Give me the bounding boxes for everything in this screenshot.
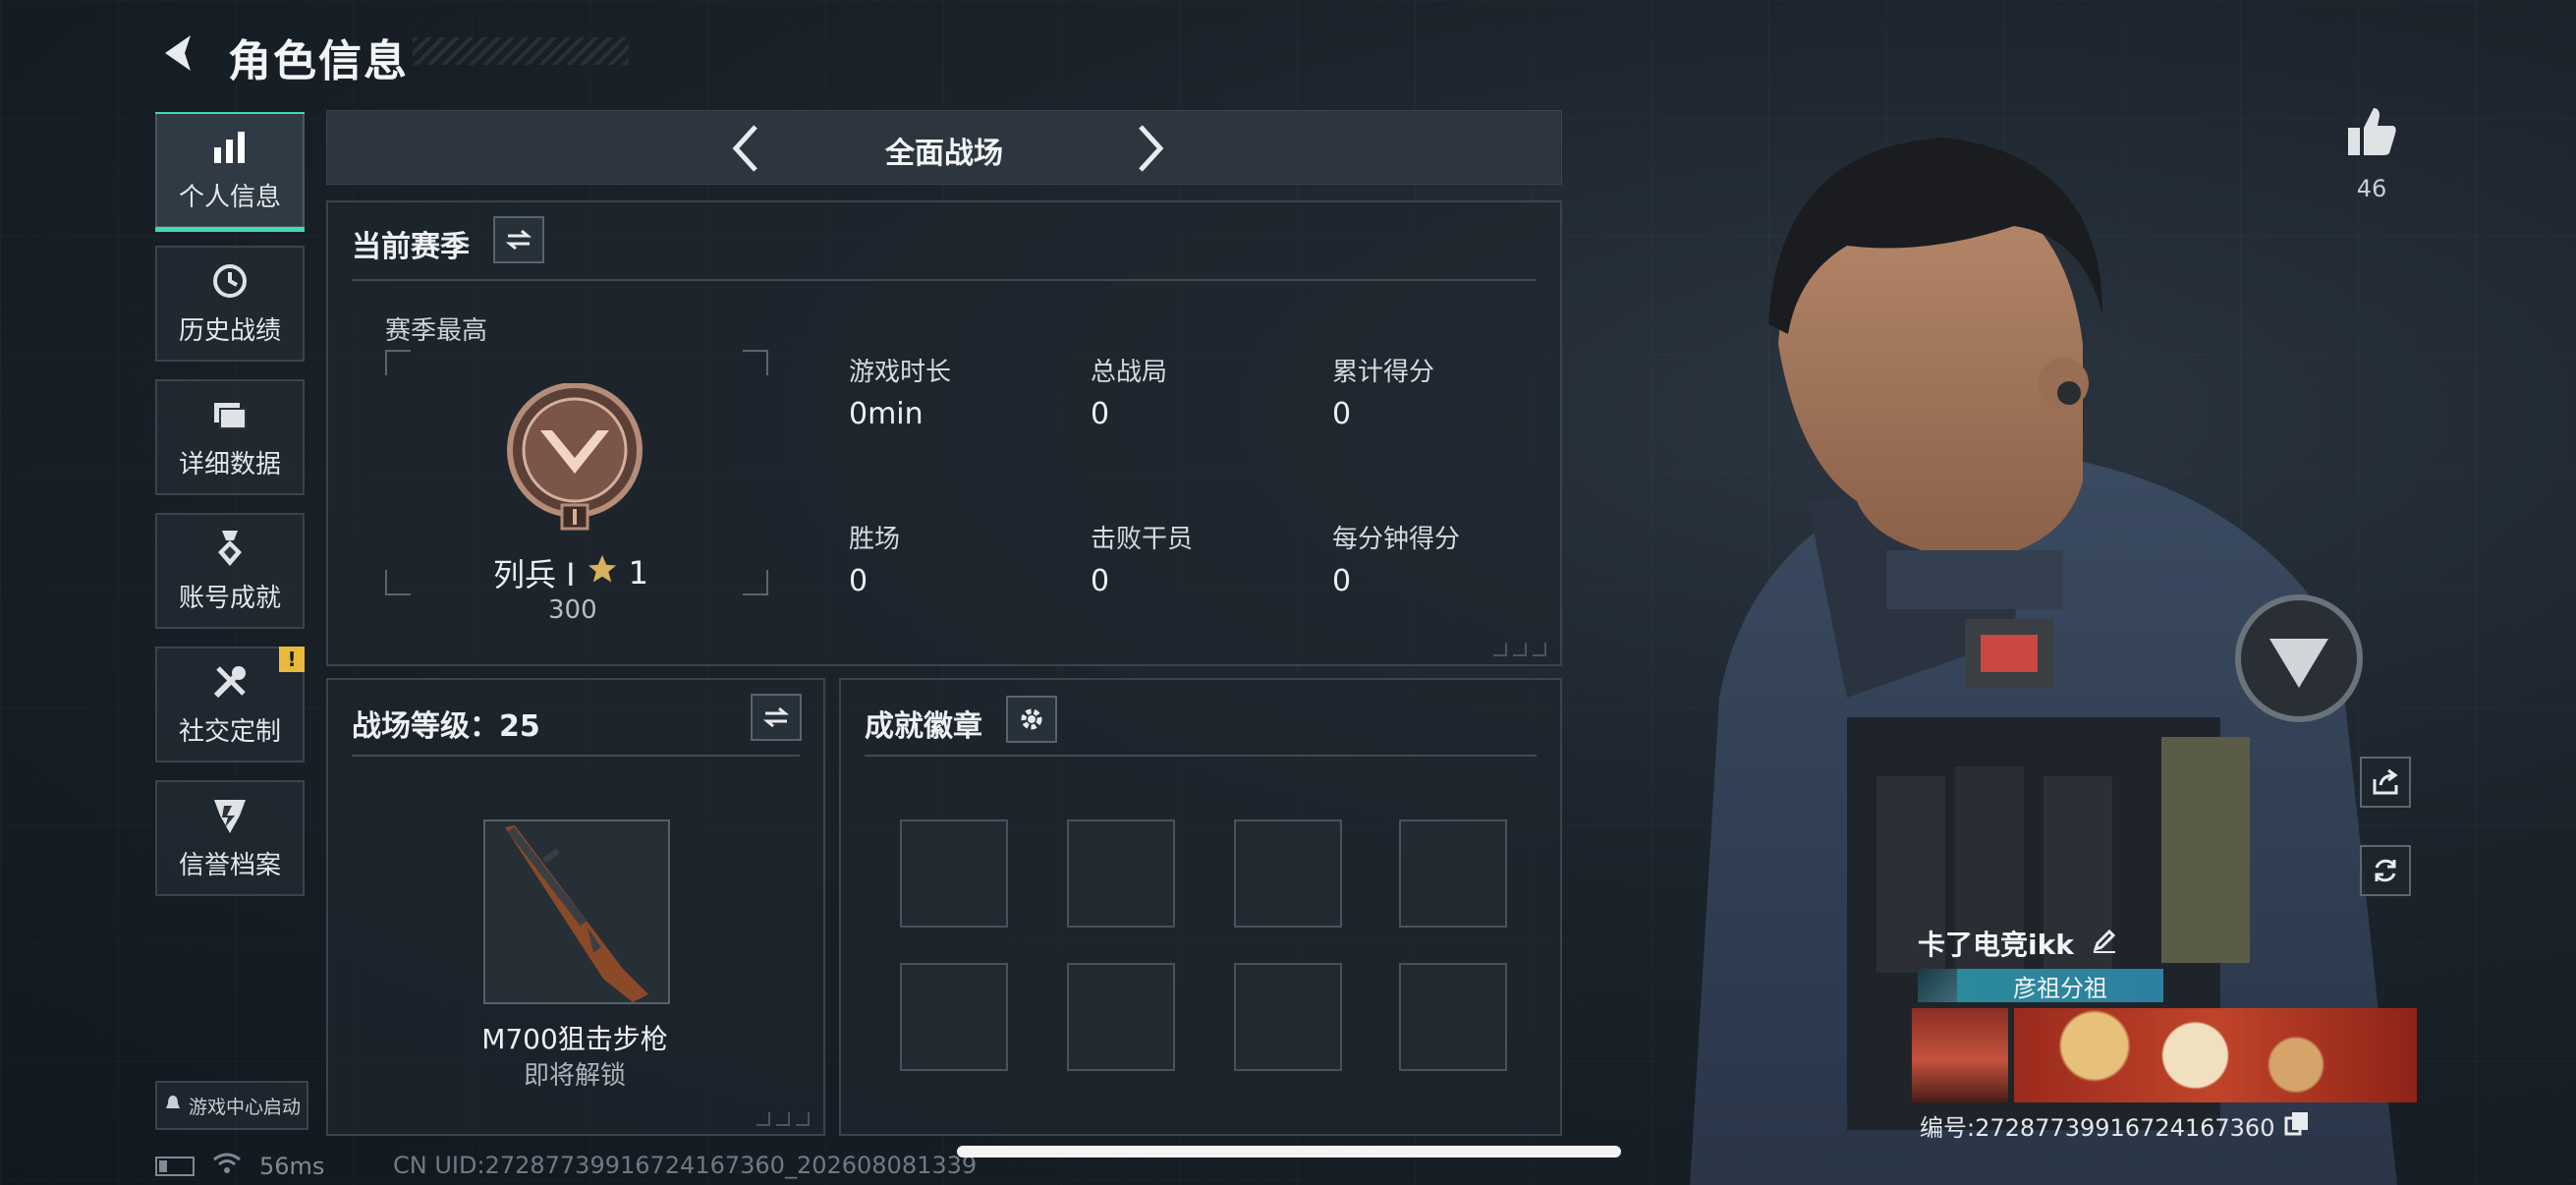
weapon-name: M700狙击步枪	[481, 1023, 668, 1055]
badge-slot[interactable]	[1067, 963, 1175, 1071]
avatar[interactable]	[1912, 1008, 2008, 1102]
stat-label: 每分钟得分	[1332, 525, 1461, 554]
stat-label: 总战局	[1091, 358, 1168, 387]
bell-icon	[163, 1094, 183, 1118]
home-indicator[interactable]	[957, 1146, 1621, 1157]
swap-icon[interactable]	[751, 694, 802, 741]
folder-icon	[210, 395, 250, 434]
divider	[865, 755, 1537, 757]
like-count: 46	[2356, 175, 2387, 202]
server-uid-text: CN UID:2728773991672416736​0_20260808133…	[393, 1152, 978, 1179]
stat-value: 0	[1332, 564, 1352, 598]
sidebar-item-label: 社交定制	[178, 716, 281, 747]
player-uid-text: 编号:27287739916724167360	[1920, 1114, 2275, 1142]
stat-value: 0	[849, 564, 868, 598]
page-title: 角色信息	[228, 36, 409, 86]
player-uid: 编号:27287739916724167360	[1920, 1108, 2310, 1143]
stat-value: 0min	[849, 397, 924, 431]
sidebar-item-label: 信誉档案	[178, 850, 281, 880]
badge-slot[interactable]	[900, 963, 1008, 1071]
rank-name: 列兵 Ⅰ 1	[493, 550, 648, 595]
status-bar: 56ms	[155, 1152, 324, 1181]
clan-name: 彦祖分祖	[2013, 974, 2107, 1002]
copy-icon[interactable]	[2284, 1110, 2310, 1142]
corner-decoration	[756, 1112, 815, 1126]
weapon-status: 即将解锁	[523, 1061, 626, 1091]
player-name-text: 卡了电竞ikk	[1918, 929, 2074, 961]
rank-stars: 1	[628, 554, 648, 592]
notification-badge: !	[279, 647, 305, 672]
thumbs-up-icon[interactable]	[2344, 104, 2399, 159]
sidebar-item-history[interactable]: 历史战绩	[155, 246, 305, 362]
gear-icon[interactable]	[1006, 696, 1057, 743]
reputation-icon	[210, 796, 250, 835]
achievements-title: 成就徽章	[865, 709, 982, 744]
corner-decoration	[1493, 643, 1552, 656]
weapon-card[interactable]	[483, 819, 670, 1004]
sidebar-item-personal-info[interactable]: 个人信息	[155, 112, 305, 232]
sidebar-item-label: 详细数据	[178, 449, 281, 480]
badge-slot[interactable]	[1399, 963, 1507, 1071]
badge-slot[interactable]	[1067, 819, 1175, 928]
tools-icon	[210, 662, 250, 702]
wifi-icon	[212, 1152, 242, 1181]
sidebar-item-achievements[interactable]: 账号成就	[155, 513, 305, 629]
share-icon[interactable]	[2360, 757, 2411, 808]
clan-bar[interactable]: 彦祖分祖	[1918, 969, 2163, 1002]
badge-slot[interactable]	[1234, 819, 1342, 928]
title-decoration	[413, 37, 629, 65]
rifle-icon	[505, 825, 648, 1002]
history-icon	[210, 261, 250, 301]
medal-icon	[210, 529, 250, 568]
divider	[352, 279, 1537, 281]
badge-slot[interactable]	[900, 819, 1008, 928]
sidebar-item-label: 账号成就	[178, 583, 281, 613]
sidebar-item-reputation[interactable]: 信誉档案	[155, 780, 305, 896]
achievement-badges-panel: 成就徽章	[839, 678, 1562, 1136]
ping-text: 56ms	[259, 1153, 325, 1180]
badge-slot[interactable]	[1234, 963, 1342, 1071]
name-card-banner[interactable]	[2014, 1008, 2417, 1102]
swap-icon[interactable]	[493, 216, 544, 263]
divider	[352, 755, 800, 757]
sidebar-item-label: 个人信息	[178, 182, 281, 212]
stat-label: 胜场	[849, 525, 901, 554]
refresh-icon[interactable]	[2360, 845, 2411, 896]
sidebar-item-social-custom[interactable]: 社交定制 !	[155, 647, 305, 762]
rank-name-text: 列兵 Ⅰ	[493, 556, 576, 593]
badge-slot[interactable]	[1399, 819, 1507, 928]
sidebar-item-label: 历史战绩	[178, 315, 281, 346]
battery-icon	[155, 1157, 195, 1176]
star-icon	[586, 552, 619, 593]
rank-points: 300	[548, 595, 597, 625]
edit-icon[interactable]	[2090, 926, 2119, 962]
stat-label: 击败干员	[1091, 525, 1194, 554]
back-arrow-icon[interactable]	[155, 29, 202, 77]
stat-value: 0	[1091, 564, 1110, 598]
clan-avatar	[1918, 969, 1957, 1002]
season-best-label: 赛季最高	[385, 316, 488, 346]
launch-label: 游戏中心启动	[188, 1096, 301, 1118]
mode-title: 全面战场	[885, 137, 1003, 171]
stat-label: 累计得分	[1332, 358, 1435, 387]
sidebar-item-detailed-data[interactable]: 详细数据	[155, 379, 305, 495]
stat-label: 游戏时长	[849, 358, 952, 387]
game-center-launch-button[interactable]: 游戏中心启动	[155, 1081, 308, 1130]
rank-emblem-icon	[501, 382, 648, 531]
chevron-right-icon[interactable]	[1123, 121, 1178, 176]
stat-value: 0	[1091, 397, 1110, 431]
mode-selector: 全面战场	[326, 110, 1562, 185]
season-title: 当前赛季	[352, 230, 470, 264]
stat-value: 0	[1332, 397, 1352, 431]
bar-chart-icon	[210, 128, 250, 167]
player-name: 卡了电竞ikk	[1918, 924, 2119, 963]
battlefield-level-title: 战场等级：25	[352, 709, 540, 744]
